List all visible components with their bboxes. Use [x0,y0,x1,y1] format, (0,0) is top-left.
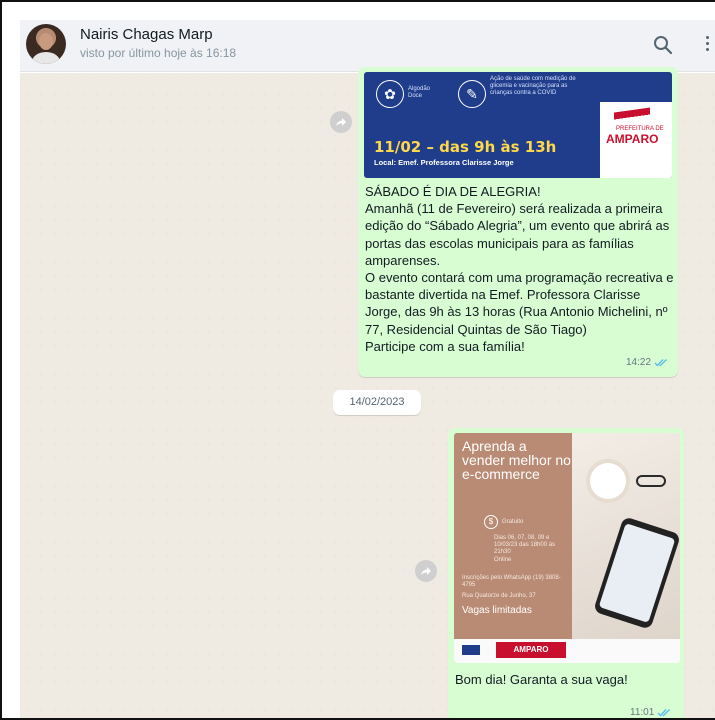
contact-name[interactable]: Nairis Chagas Marp [80,26,213,43]
message-time: 11:01 [630,707,671,718]
partner-logo [462,645,480,655]
message-paragraph: SÁBADO É DIA DE ALEGRIA! [365,184,541,199]
flyer-contact: Inscrições pelo WhatsApp (19) 3808-4795 [462,575,561,588]
time-label: 14:22 [626,357,652,368]
logo-flag [614,107,650,127]
outgoing-message[interactable]: ✿ Algodão Doce ✎ Ação de saúde com mediç… [358,67,678,377]
flyer-item-1: Algodão Doce [408,86,431,99]
double-check-icon [654,359,667,367]
flyer-date: 11/02 – das 9h às 13h [374,138,557,156]
double-check-icon [657,709,671,717]
time-label: 11:01 [630,707,655,718]
outgoing-message[interactable]: Aprenda a vender melhor no e-commerce $ … [448,428,684,718]
whatsapp-window: Nairis Chagas Marp visto por último hoje… [0,0,715,720]
chat-header[interactable]: Nairis Chagas Marp visto por último hoje… [20,20,715,72]
syringe-icon: ✎ [458,80,486,108]
message-time: 14:22 [626,357,668,368]
forward-icon[interactable] [415,560,437,582]
avatar[interactable] [26,24,66,64]
glasses-graphic [636,475,666,487]
flyer-item-2: Ação de saúde com medição de glicemia e … [490,76,576,96]
flyer-location: Local: Emef. Professora Clarisse Jorge [374,158,514,167]
message-text: Bom dia! Garanta a sua vaga! [455,672,628,687]
flyer-dates: Dias 06, 07, 08, 09 e 10/03/23 das 18h00… [494,535,556,555]
message-paragraph: O evento contará com uma programação rec… [365,270,674,337]
cotton-candy-icon: ✿ [376,80,404,108]
logo-name: AMPARO [606,132,659,146]
date-separator: 14/02/2023 [333,390,421,415]
more-vertical-icon[interactable] [700,33,714,57]
flyer-mode: Online [494,557,512,563]
prefeitura-logo: PREFEITURA DE AMPARO [600,102,672,178]
event-flyer-image[interactable]: ✿ Algodão Doce ✎ Ação de saúde com mediç… [364,72,672,178]
flyer-logo-bar: AMPARO [454,639,680,663]
message-text: SÁBADO É DIA DE ALEGRIA! Amanhã (11 de F… [365,183,677,355]
flyer-headline: Aprenda a vender melhor no e-commerce [462,438,571,482]
forward-icon[interactable] [330,111,352,133]
chat-messages-pane[interactable]: ✿ Algodão Doce ✎ Ação de saúde com mediç… [20,67,715,718]
flyer-address: Rua Quatorze de Junho, 37 [462,593,536,599]
flyer-price: Gratuito [502,519,524,525]
flyer-vagas: Vagas limitadas [462,605,532,616]
message-paragraph: Participe com a sua família! [365,338,525,354]
flyer-left-panel: Aprenda a vender melhor no e-commerce $ … [454,433,572,663]
dollar-icon: $ [484,515,498,529]
message-paragraph: Amanhã (11 de Fevereiro) será realizada … [365,201,670,268]
course-flyer-image[interactable]: Aprenda a vender melhor no e-commerce $ … [454,433,680,663]
coffee-cup-graphic [590,463,626,499]
search-icon[interactable] [652,34,674,56]
prefeitura-logo: AMPARO [496,642,566,658]
avatar-face [39,33,53,50]
last-seen-status: visto por último hoje às 16:18 [80,46,237,60]
avatar-body [32,52,60,64]
